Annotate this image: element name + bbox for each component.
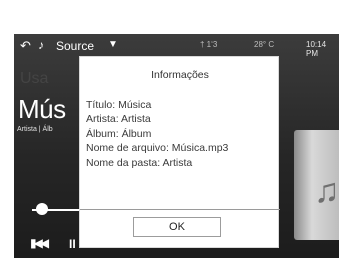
info-dialog: Informações Título: Música Artista: Arti…: [79, 56, 280, 248]
info-title-line: Título: Música: [86, 99, 152, 111]
clock: 10:14 PM: [306, 40, 327, 58]
previous-track-icon[interactable]: ▮◀◀: [30, 236, 49, 250]
info-artist-line: Artista: Artista: [86, 113, 151, 125]
source-label[interactable]: Source: [56, 39, 94, 53]
back-icon[interactable]: ↶: [20, 38, 31, 54]
background-faint-label: Usa: [20, 70, 49, 87]
dialog-title: Informações: [151, 69, 209, 81]
pause-icon[interactable]: II: [69, 237, 76, 251]
info-folder-line: Nome da pasta: Artista: [86, 157, 193, 169]
top-status-bar: ↶ ♪ Source ▼ † 1‘3 28° C 10:14 PM: [14, 34, 339, 58]
album-note-icon: ♫: [314, 172, 339, 210]
status-indicator: † 1‘3: [200, 40, 218, 49]
track-title: Mús: [18, 94, 66, 124]
progress-knob[interactable]: [36, 203, 48, 215]
caret-down-icon[interactable]: ▼: [108, 39, 118, 50]
ok-button[interactable]: OK: [133, 217, 221, 237]
info-filename-line: Nome de arquivo: Música.mp3: [86, 142, 229, 154]
dialog-divider: [80, 209, 280, 210]
track-artist-album: Artista | Álb: [17, 126, 53, 133]
music-note-icon: ♪: [38, 38, 44, 52]
info-album-line: Álbum: Álbum: [86, 128, 152, 140]
temperature-readout: 28° C: [254, 40, 275, 49]
